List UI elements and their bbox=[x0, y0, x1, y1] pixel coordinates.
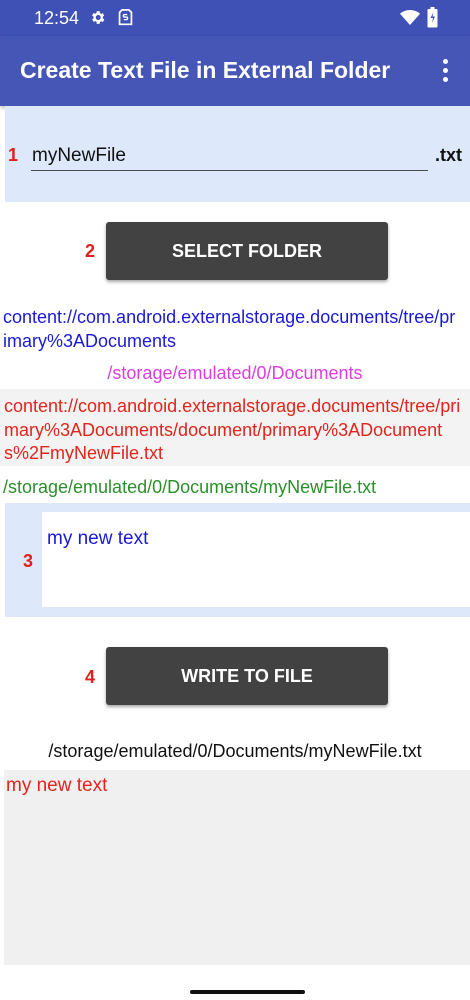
result-file-path: /storage/emulated/0/Documents/myNewFile.… bbox=[48, 741, 422, 761]
folder-path-text: /storage/emulated/0/Documents bbox=[107, 363, 363, 383]
file-content-input[interactable]: my new text bbox=[42, 512, 470, 607]
sim-icon bbox=[118, 9, 133, 26]
result-content-box bbox=[4, 770, 470, 965]
step-number-4: 4 bbox=[85, 667, 96, 687]
write-to-file-button[interactable]: WRITE TO FILE bbox=[106, 647, 388, 705]
document-uri-text: content://com.android.externalstorage.do… bbox=[4, 396, 461, 463]
wifi-icon bbox=[400, 10, 420, 25]
app-title: Create Text File in External Folder bbox=[20, 57, 391, 83]
step-number-2: 2 bbox=[85, 241, 96, 261]
result-content-text: my new text bbox=[6, 775, 108, 796]
file-path-text: /storage/emulated/0/Documents/myNewFile.… bbox=[3, 477, 377, 497]
step-number-3: 3 bbox=[23, 551, 34, 571]
status-time: 12:54 bbox=[34, 8, 80, 28]
filename-input[interactable] bbox=[31, 141, 428, 171]
battery-icon bbox=[427, 7, 438, 28]
select-folder-button[interactable]: SELECT FOLDER bbox=[106, 222, 388, 280]
status-bar: 12:54 bbox=[0, 0, 470, 36]
gear-icon bbox=[92, 11, 105, 24]
tree-uri-text: content://com.android.externalstorage.do… bbox=[3, 307, 456, 351]
more-vertical-icon[interactable] bbox=[432, 54, 460, 88]
step-number-1: 1 bbox=[8, 145, 19, 165]
file-extension-label: .txt bbox=[435, 145, 462, 165]
app-bar: Create Text File in External Folder bbox=[0, 36, 470, 106]
navigation-handle[interactable] bbox=[190, 990, 305, 994]
